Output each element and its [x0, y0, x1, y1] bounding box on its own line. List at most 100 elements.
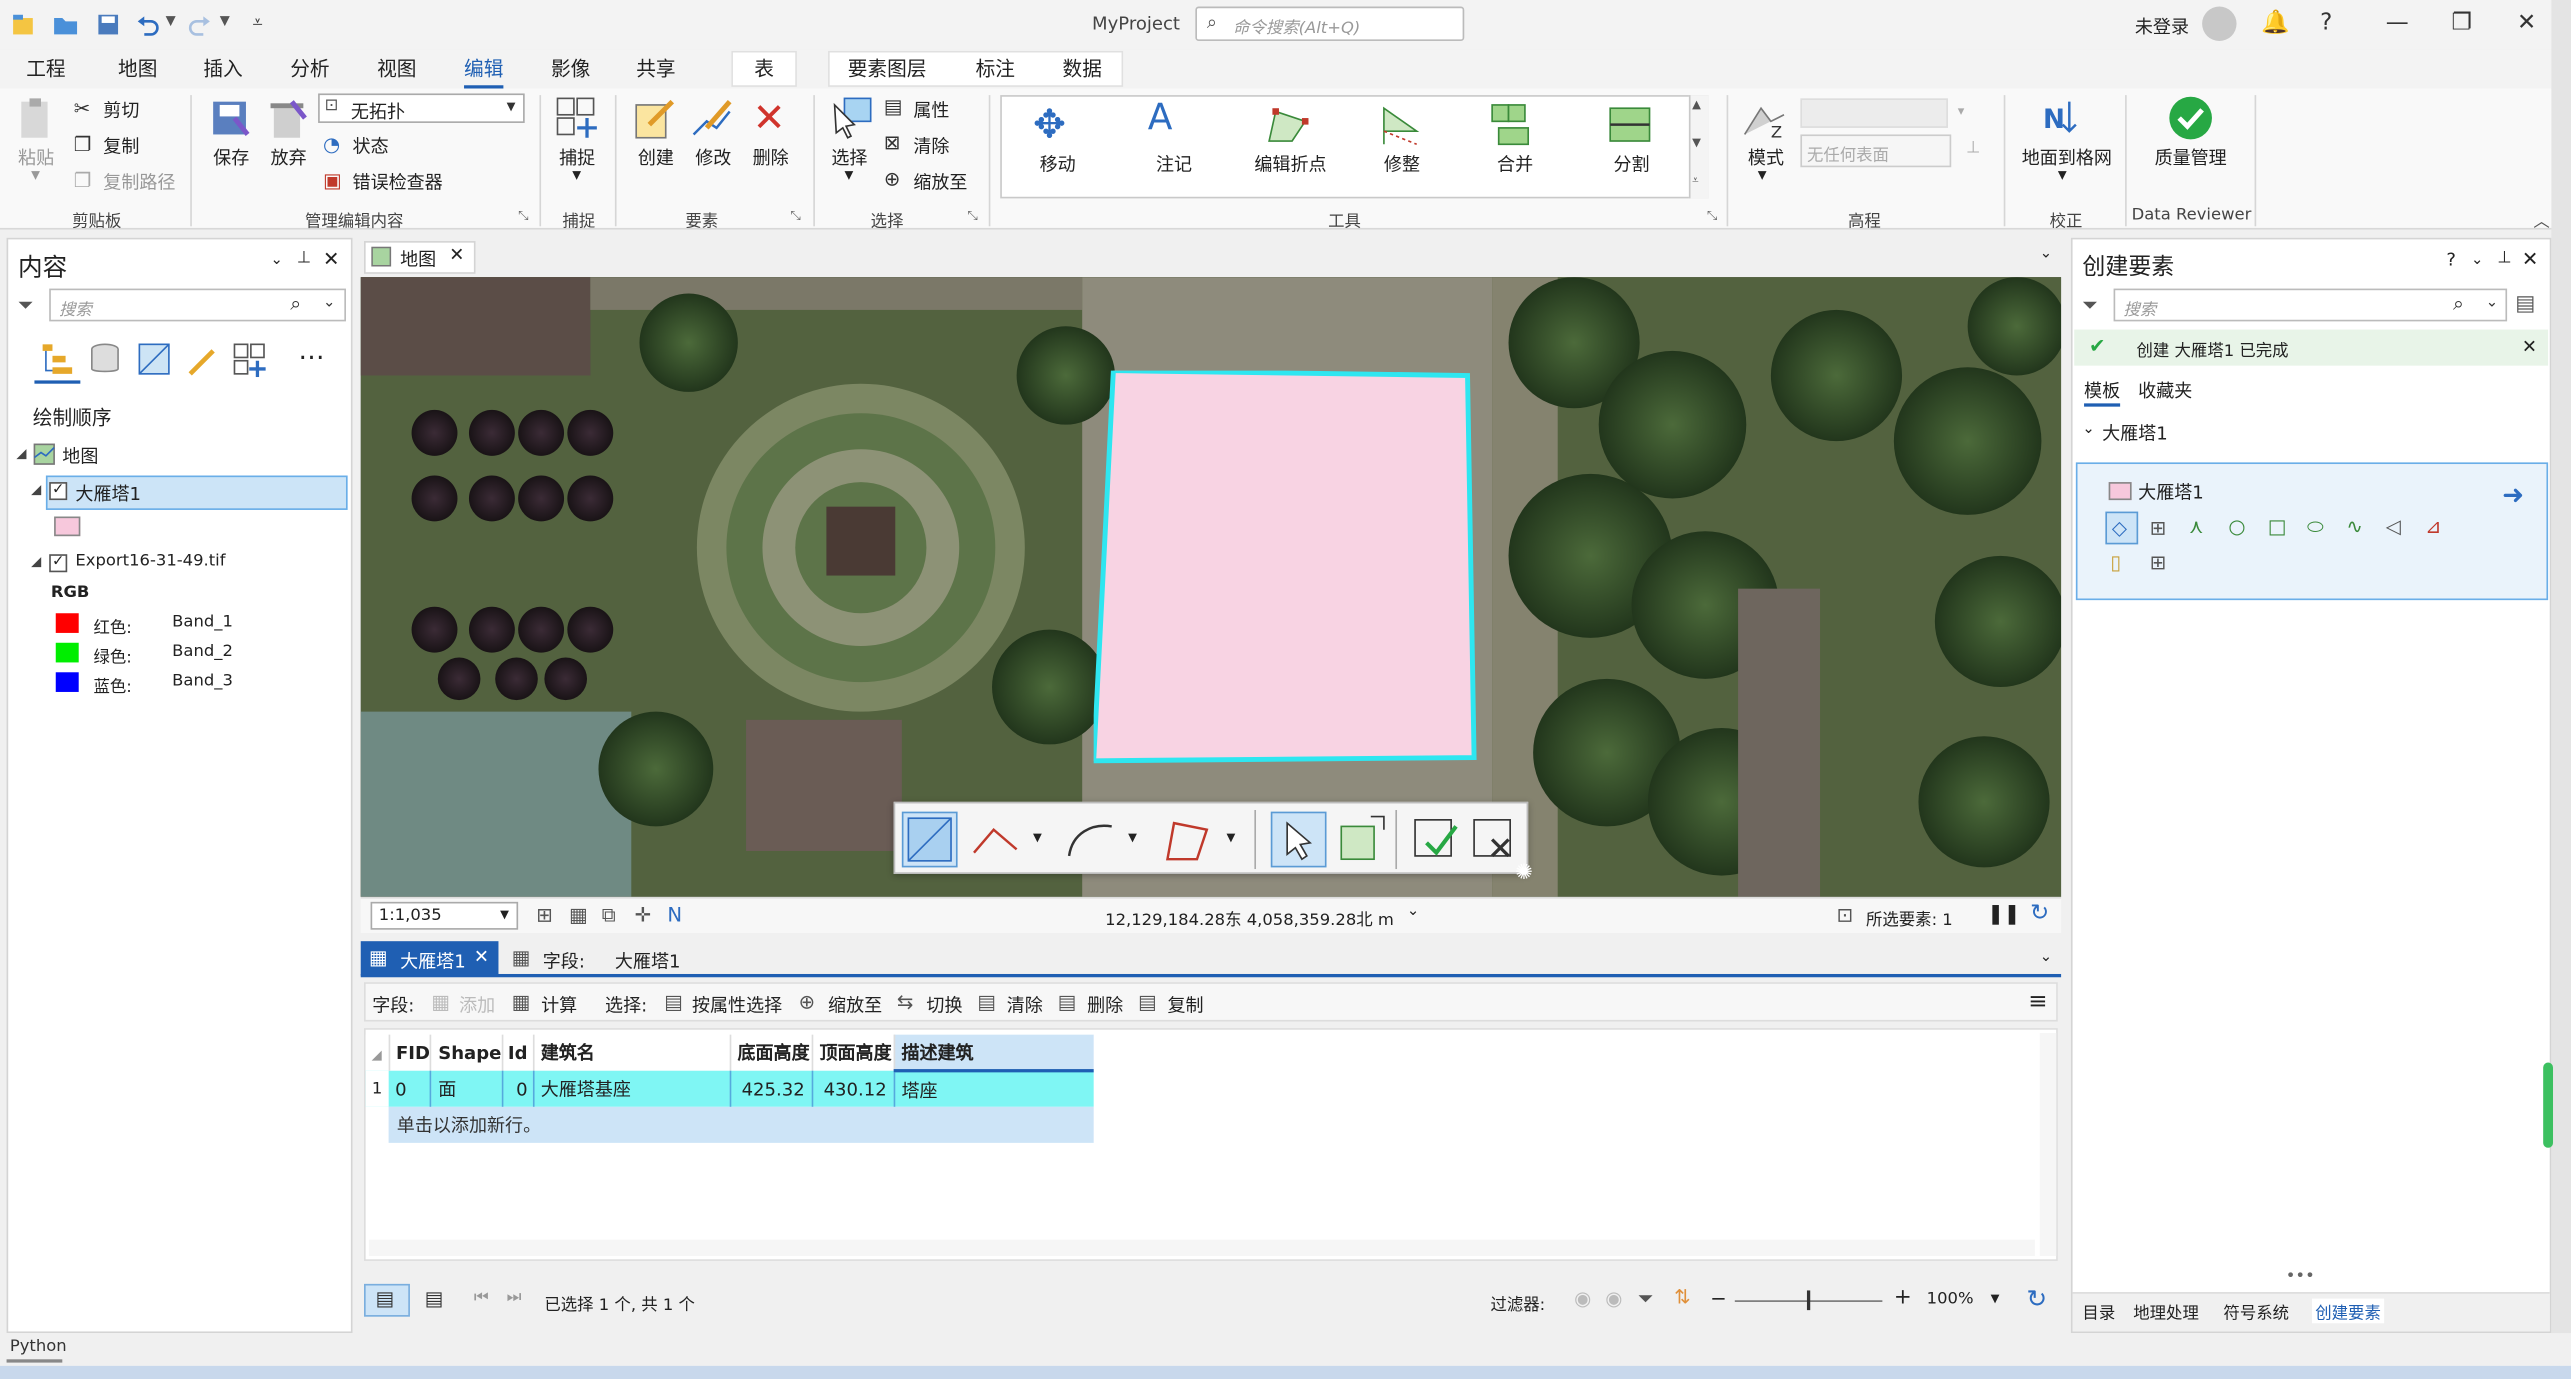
square-icon[interactable]: □: [2268, 515, 2287, 538]
right-angle-dropdown-icon[interactable]: ▼: [1226, 831, 1235, 844]
close-window-icon[interactable]: ✕: [2517, 10, 2536, 36]
restore-icon[interactable]: ❐: [2451, 10, 2472, 36]
column-header[interactable]: FID: [388, 1034, 432, 1071]
add-row-label[interactable]: 单击以添加新行。: [388, 1106, 1095, 1143]
select-all-icon[interactable]: ◢: [372, 1047, 382, 1062]
layer-name[interactable]: 大雁塔1: [75, 480, 141, 506]
command-search-input[interactable]: ⌕ 命令搜索(Alt+Q): [1195, 6, 1465, 41]
raster-expand-icon[interactable]: ◢: [31, 554, 41, 569]
move-tool-button[interactable]: 移动: [1040, 151, 1076, 177]
undo-icon[interactable]: [134, 11, 160, 37]
tab-templates[interactable]: 模板: [2084, 377, 2121, 407]
line-tool-icon[interactable]: [971, 820, 1023, 859]
tab-project[interactable]: 工程: [26, 54, 65, 82]
add-field-button[interactable]: 添加: [459, 992, 495, 1018]
close-table-tab-icon[interactable]: ✕: [474, 946, 489, 967]
gallery-up-icon[interactable]: ▲: [1692, 98, 1701, 111]
layer-symbol-swatch[interactable]: [54, 516, 81, 537]
close-pane-icon[interactable]: ✕: [2522, 248, 2538, 271]
tools-launcher-icon[interactable]: ⤡: [1707, 208, 1718, 224]
drawing-order-icon[interactable]: [39, 341, 75, 377]
error-inspector-icon[interactable]: ▣: [323, 169, 342, 192]
reshape-icon[interactable]: [1377, 105, 1423, 148]
tab-share[interactable]: 共享: [636, 54, 675, 82]
zoom-out-icon[interactable]: −: [1710, 1287, 1726, 1310]
filter-icon[interactable]: ⏷: [2082, 294, 2098, 319]
north-arrow-icon[interactable]: N: [667, 903, 682, 926]
collapse-ribbon-icon[interactable]: ︿: [2533, 207, 2549, 231]
zoom-to-selection-icon[interactable]: ⊕: [884, 167, 900, 190]
close-notice-icon[interactable]: ✕: [2522, 336, 2537, 357]
line-tool-dropdown-icon[interactable]: ▼: [1033, 831, 1042, 844]
search-icon[interactable]: ⌕: [290, 292, 301, 317]
map-expand-icon[interactable]: ◢: [16, 446, 26, 461]
raster-layer-name[interactable]: Export16-31-49.tif: [75, 553, 225, 571]
snapping-view-icon[interactable]: [231, 341, 267, 378]
band-color-swatch[interactable]: [55, 672, 79, 692]
paste-button[interactable]: 粘贴: [18, 144, 54, 170]
python-tab[interactable]: Python: [10, 1338, 67, 1356]
band-color-swatch[interactable]: [55, 642, 79, 663]
column-header[interactable]: Id: [502, 1034, 535, 1071]
tab-favorites[interactable]: 收藏夹: [2138, 377, 2192, 403]
column-header-selected[interactable]: 描述建筑: [894, 1034, 1095, 1073]
status-button[interactable]: 状态: [353, 133, 389, 159]
table-cell[interactable]: 0: [388, 1070, 432, 1107]
select-dropdown-icon[interactable]: ▼: [844, 169, 853, 182]
map-tabs-dropdown-icon[interactable]: ⌄: [2040, 246, 2052, 262]
cut-icon[interactable]: ✂: [74, 97, 90, 120]
gallery-expand-icon[interactable]: ⩡: [1692, 174, 1698, 189]
save-edits-icon[interactable]: [208, 95, 254, 144]
create-feature-icon[interactable]: [633, 95, 679, 141]
tab-labeling[interactable]: 标注: [976, 54, 1015, 82]
table-copy-button[interactable]: 复制: [1167, 992, 1203, 1018]
pin-icon[interactable]: ⊥: [297, 249, 311, 267]
table-tabs-dropdown-icon[interactable]: ⌄: [2040, 949, 2052, 965]
coordinate-format-dropdown-icon[interactable]: ⌄: [1407, 903, 1419, 919]
ground-to-grid-button[interactable]: 地面到格网: [2022, 144, 2112, 170]
template-group-name[interactable]: 大雁塔1: [2102, 420, 2168, 446]
topology-select[interactable]: ⊡ 无拓扑 ▼: [318, 93, 525, 123]
tab-table[interactable]: 表: [754, 54, 774, 82]
attributes-icon[interactable]: ▤: [884, 95, 903, 118]
table-cell[interactable]: 塔座: [894, 1071, 1094, 1107]
tab-feature-layer[interactable]: 要素图层: [848, 54, 927, 82]
delete-button[interactable]: 删除: [753, 144, 789, 170]
last-record-icon[interactable]: ⏭: [507, 1289, 522, 1307]
discard-sketch-icon[interactable]: [1469, 813, 1518, 865]
split-button[interactable]: 分割: [1613, 151, 1649, 177]
move-tool-icon[interactable]: ✥: [1033, 102, 1066, 148]
select-button[interactable]: 选择: [831, 144, 867, 170]
table-cell[interactable]: 430.12: [812, 1070, 895, 1107]
show-selected-icon[interactable]: ▤: [425, 1287, 444, 1310]
add-row[interactable]: 单击以添加新行。: [366, 1106, 1095, 1143]
pin-icon[interactable]: ⊥: [2497, 249, 2511, 267]
side-indicator[interactable]: [2543, 1062, 2554, 1148]
elevation-mode-dropdown-icon[interactable]: ▼: [1758, 169, 1767, 182]
row-number[interactable]: 1: [365, 1070, 389, 1107]
tab-map[interactable]: 地图: [118, 54, 157, 82]
snap-dropdown-icon[interactable]: ▼: [572, 169, 581, 182]
cut-button[interactable]: 剪切: [103, 97, 139, 123]
selected-features-icon[interactable]: ⊡: [1836, 903, 1852, 926]
merge-icon[interactable]: [1489, 102, 1538, 148]
redo-icon[interactable]: [187, 11, 213, 37]
discard-edits-button[interactable]: 放弃: [271, 144, 307, 170]
copy-path-button[interactable]: 复制路径: [103, 169, 175, 195]
save-edits-button[interactable]: 保存: [213, 144, 249, 170]
customize-toolbar-icon[interactable]: ⩡: [253, 11, 263, 34]
copy-button[interactable]: 复制: [103, 133, 139, 159]
split-icon[interactable]: [1605, 102, 1654, 148]
selection-launcher-icon[interactable]: ⤡: [967, 208, 978, 224]
close-map-tab-icon[interactable]: ✕: [449, 244, 464, 265]
table-cell[interactable]: 面: [430, 1070, 503, 1107]
add-field-icon[interactable]: ▦: [431, 990, 450, 1013]
edit-select-button[interactable]: [1270, 811, 1327, 868]
freehand-icon[interactable]: ∿: [2346, 515, 2362, 538]
rectangle-icon[interactable]: ⊞: [2150, 517, 2166, 540]
create-button[interactable]: 创建: [638, 144, 674, 170]
discard-edits-icon[interactable]: [266, 95, 312, 144]
status-icon[interactable]: ◔: [323, 133, 340, 156]
table-tab-label[interactable]: 大雁塔1: [400, 948, 466, 974]
tab-analysis[interactable]: 分析: [290, 54, 329, 82]
